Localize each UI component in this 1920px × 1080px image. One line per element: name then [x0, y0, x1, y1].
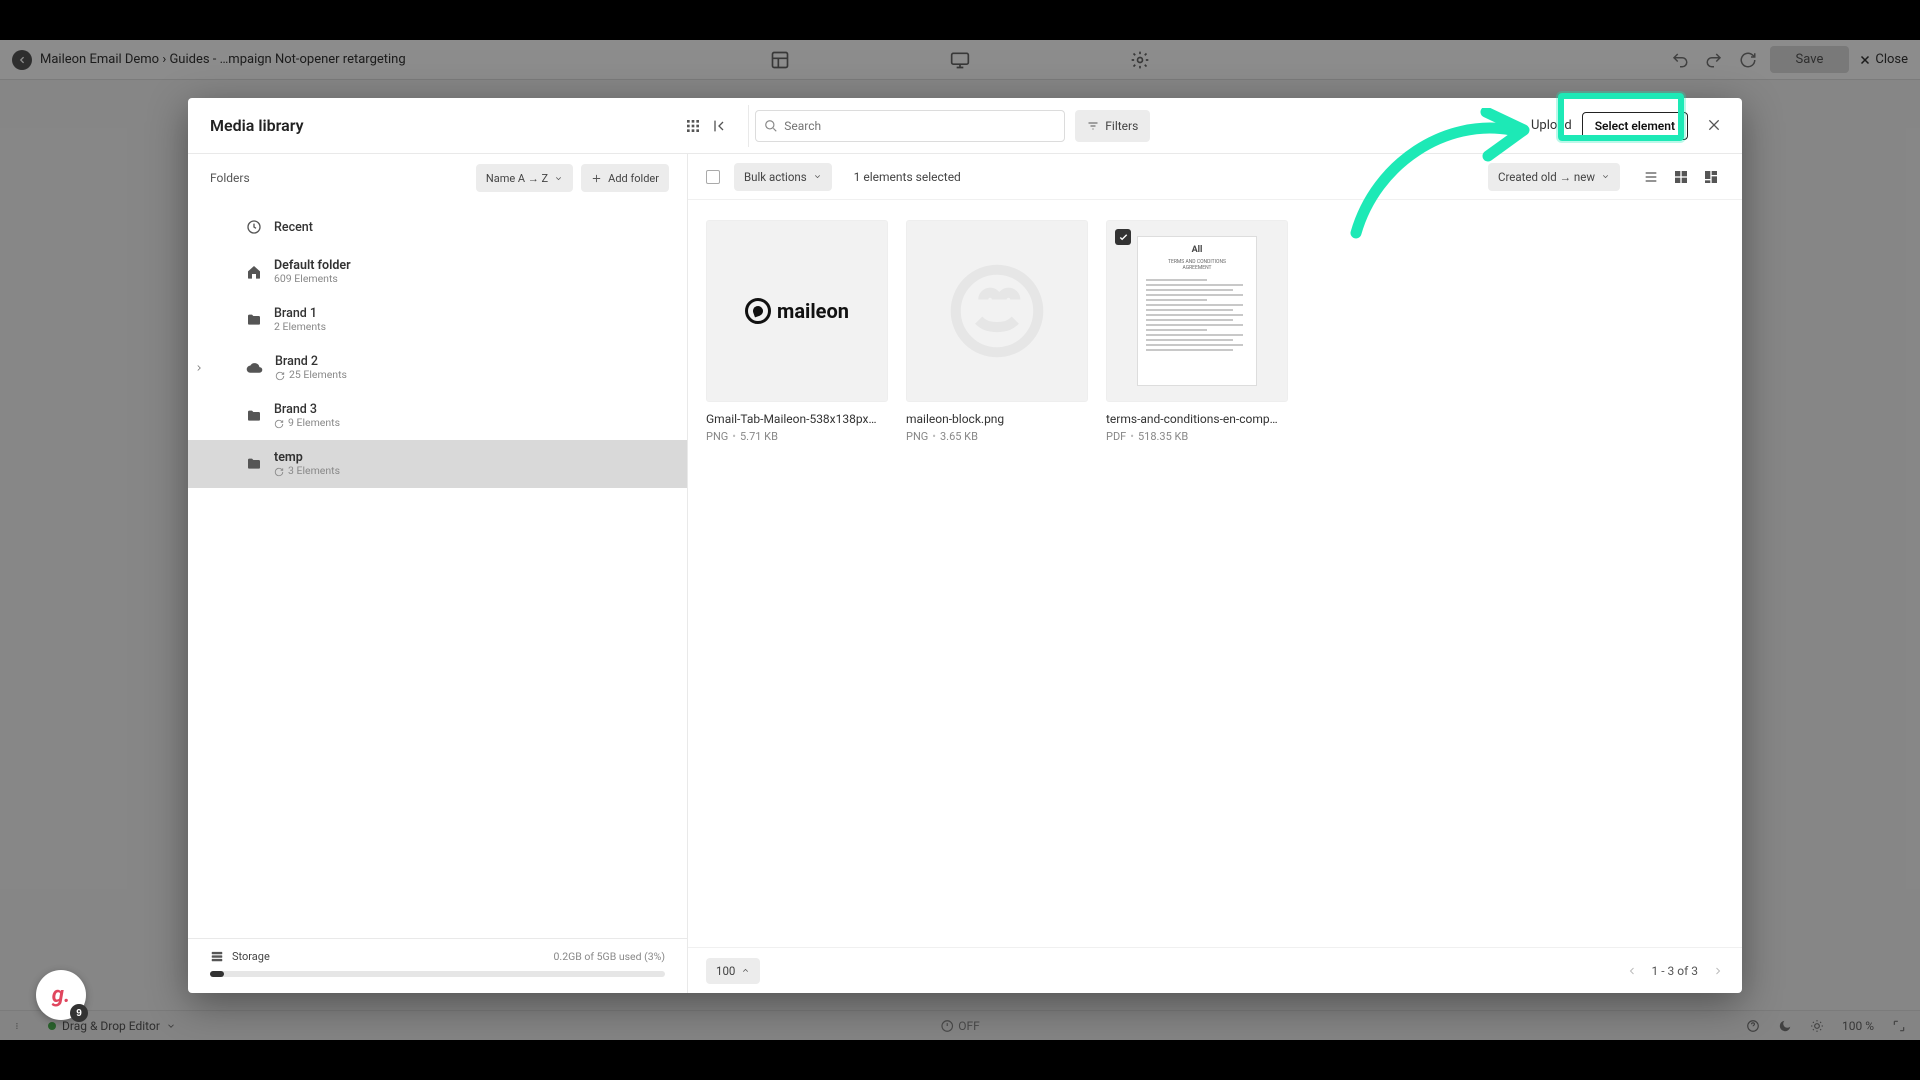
- folder-list: Recent Default folder 609 Elements: [188, 202, 687, 938]
- chevron-down-icon: [813, 172, 822, 181]
- checkbox-checked-icon[interactable]: [1115, 229, 1131, 245]
- file-name: Gmail-Tab-Maileon-538x138px…: [706, 412, 888, 426]
- next-page-icon[interactable]: [1712, 965, 1724, 977]
- folder-sort-button[interactable]: Name A → Z: [476, 164, 573, 192]
- close-icon[interactable]: [1706, 117, 1724, 135]
- file-card[interactable]: maileon-block.png PNG•3.65 KB: [906, 220, 1088, 443]
- search-icon: [764, 119, 778, 133]
- file-meta: PNG•3.65 KB: [906, 430, 1088, 443]
- file-name: terms-and-conditions-en-comp…: [1106, 412, 1288, 426]
- page-size-button[interactable]: 100: [706, 958, 760, 984]
- search-input[interactable]: [755, 110, 1065, 142]
- sync-icon: [275, 371, 285, 381]
- upload-button[interactable]: Upload: [1531, 118, 1572, 133]
- modal-title: Media library: [210, 116, 304, 135]
- badge-count: 9: [70, 1004, 88, 1022]
- media-library-modal: Media library Filters Upload Select elem…: [188, 98, 1742, 993]
- add-folder-button[interactable]: Add folder: [581, 164, 669, 192]
- collapse-sidebar-icon[interactable]: [710, 117, 728, 135]
- folders-label: Folders: [210, 171, 250, 185]
- modal-header: Media library Filters Upload Select elem…: [188, 98, 1742, 154]
- sidebar-item-recent[interactable]: Recent: [188, 206, 687, 248]
- clock-icon: [246, 219, 262, 235]
- sidebar-item-brand1[interactable]: Brand 1 2 Elements: [188, 296, 687, 344]
- thumbnail-logo: maileon: [745, 298, 849, 324]
- sync-icon: [274, 467, 284, 477]
- sidebar-item-brand3[interactable]: Brand 3 9 Elements: [188, 392, 687, 440]
- sync-icon: [274, 419, 284, 429]
- folder-sidebar: Folders Name A → Z Add folder Rec: [188, 154, 688, 993]
- bulk-actions-button[interactable]: Bulk actions: [734, 163, 832, 191]
- file-name: maileon-block.png: [906, 412, 1088, 426]
- chevron-down-icon: [1601, 172, 1610, 181]
- page-range: 1 - 3 of 3: [1652, 964, 1698, 978]
- storage-icon: [210, 949, 224, 963]
- sort-button[interactable]: Created old → new: [1488, 163, 1620, 191]
- cloud-icon: [246, 360, 263, 377]
- file-meta: PDF•518.35 KB: [1106, 430, 1288, 443]
- file-meta: PNG•5.71 KB: [706, 430, 888, 443]
- sidebar-item-brand2[interactable]: Brand 2 25 Elements: [188, 344, 687, 392]
- sidebar-item-temp[interactable]: temp 3 Elements: [188, 440, 687, 488]
- folder-icon: [246, 408, 262, 424]
- folder-icon: [246, 456, 262, 472]
- thumbnail-document: All TERMS AND CONDITIONSAGREEMENT: [1137, 236, 1257, 386]
- plus-icon: [591, 173, 602, 184]
- chevron-down-icon: [554, 174, 563, 183]
- selection-count: 1 elements selected: [854, 170, 961, 184]
- select-element-button[interactable]: Select element: [1582, 112, 1688, 140]
- view-list-icon[interactable]: [1638, 164, 1664, 190]
- folder-icon: [246, 312, 262, 328]
- grid-icon[interactable]: [684, 117, 702, 135]
- sidebar-item-default[interactable]: Default folder 609 Elements: [188, 248, 687, 296]
- home-icon: [246, 264, 262, 280]
- file-card[interactable]: All TERMS AND CONDITIONSAGREEMENT: [1106, 220, 1288, 443]
- main-content: Bulk actions 1 elements selected Created…: [688, 154, 1742, 993]
- chevron-right-icon[interactable]: [194, 363, 204, 373]
- view-grid-icon[interactable]: [1668, 164, 1694, 190]
- filters-button[interactable]: Filters: [1075, 110, 1150, 142]
- file-card[interactable]: maileon Gmail-Tab-Maileon-538x138px… PNG…: [706, 220, 888, 443]
- storage-meter: Storage 0.2GB of 5GB used (3%): [188, 938, 687, 993]
- assistant-badge[interactable]: g. 9: [36, 970, 86, 1020]
- select-all-checkbox[interactable]: [706, 170, 720, 184]
- chevron-up-icon: [741, 966, 750, 975]
- view-masonry-icon[interactable]: [1698, 164, 1724, 190]
- prev-page-icon[interactable]: [1626, 965, 1638, 977]
- thumbnail-block-icon: [942, 256, 1052, 366]
- filter-icon: [1087, 120, 1099, 132]
